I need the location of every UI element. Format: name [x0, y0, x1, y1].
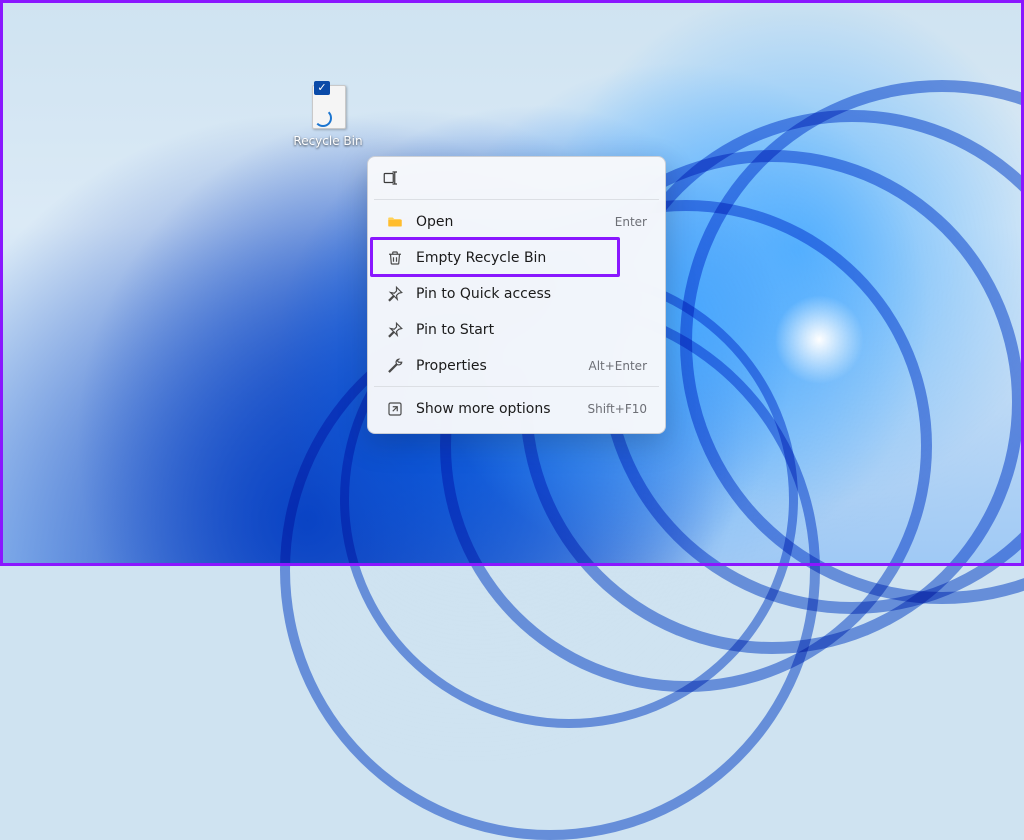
menu-item-shortcut: Shift+F10: [587, 402, 647, 416]
rename-icon[interactable]: [380, 167, 402, 189]
pin-icon: [386, 321, 404, 339]
folder-icon: [386, 213, 404, 231]
checkmark-badge-icon: ✓: [314, 81, 330, 95]
desktop-icon-label: Recycle Bin: [293, 134, 363, 148]
menu-item-label: Empty Recycle Bin: [416, 250, 635, 266]
menu-item-pin-quick-access[interactable]: Pin to Quick access: [372, 276, 661, 312]
menu-item-label: Pin to Quick access: [416, 286, 635, 302]
menu-item-show-more-options[interactable]: Show more options Shift+F10: [372, 391, 661, 427]
wrench-icon: [386, 357, 404, 375]
trash-icon: [386, 249, 404, 267]
recycle-bin-icon: ✓: [306, 81, 350, 131]
menu-item-open[interactable]: Open Enter: [372, 204, 661, 240]
menu-item-label: Show more options: [416, 401, 575, 417]
menu-item-pin-to-start[interactable]: Pin to Start: [372, 312, 661, 348]
menu-item-label: Properties: [416, 358, 576, 374]
menu-item-label: Pin to Start: [416, 322, 635, 338]
menu-separator: [374, 386, 659, 387]
menu-separator: [374, 199, 659, 200]
context-menu: Open Enter Empty Recycle Bin Pin to Quic…: [367, 156, 666, 434]
pin-icon: [386, 285, 404, 303]
more-icon: [386, 400, 404, 418]
menu-item-shortcut: Enter: [615, 215, 647, 229]
menu-item-shortcut: Alt+Enter: [588, 359, 647, 373]
context-menu-topbar: [372, 163, 661, 197]
desktop-icon-recycle-bin[interactable]: ✓ Recycle Bin: [293, 81, 363, 148]
menu-item-properties[interactable]: Properties Alt+Enter: [372, 348, 661, 384]
menu-item-label: Open: [416, 214, 603, 230]
menu-item-empty-recycle-bin[interactable]: Empty Recycle Bin: [372, 240, 661, 276]
